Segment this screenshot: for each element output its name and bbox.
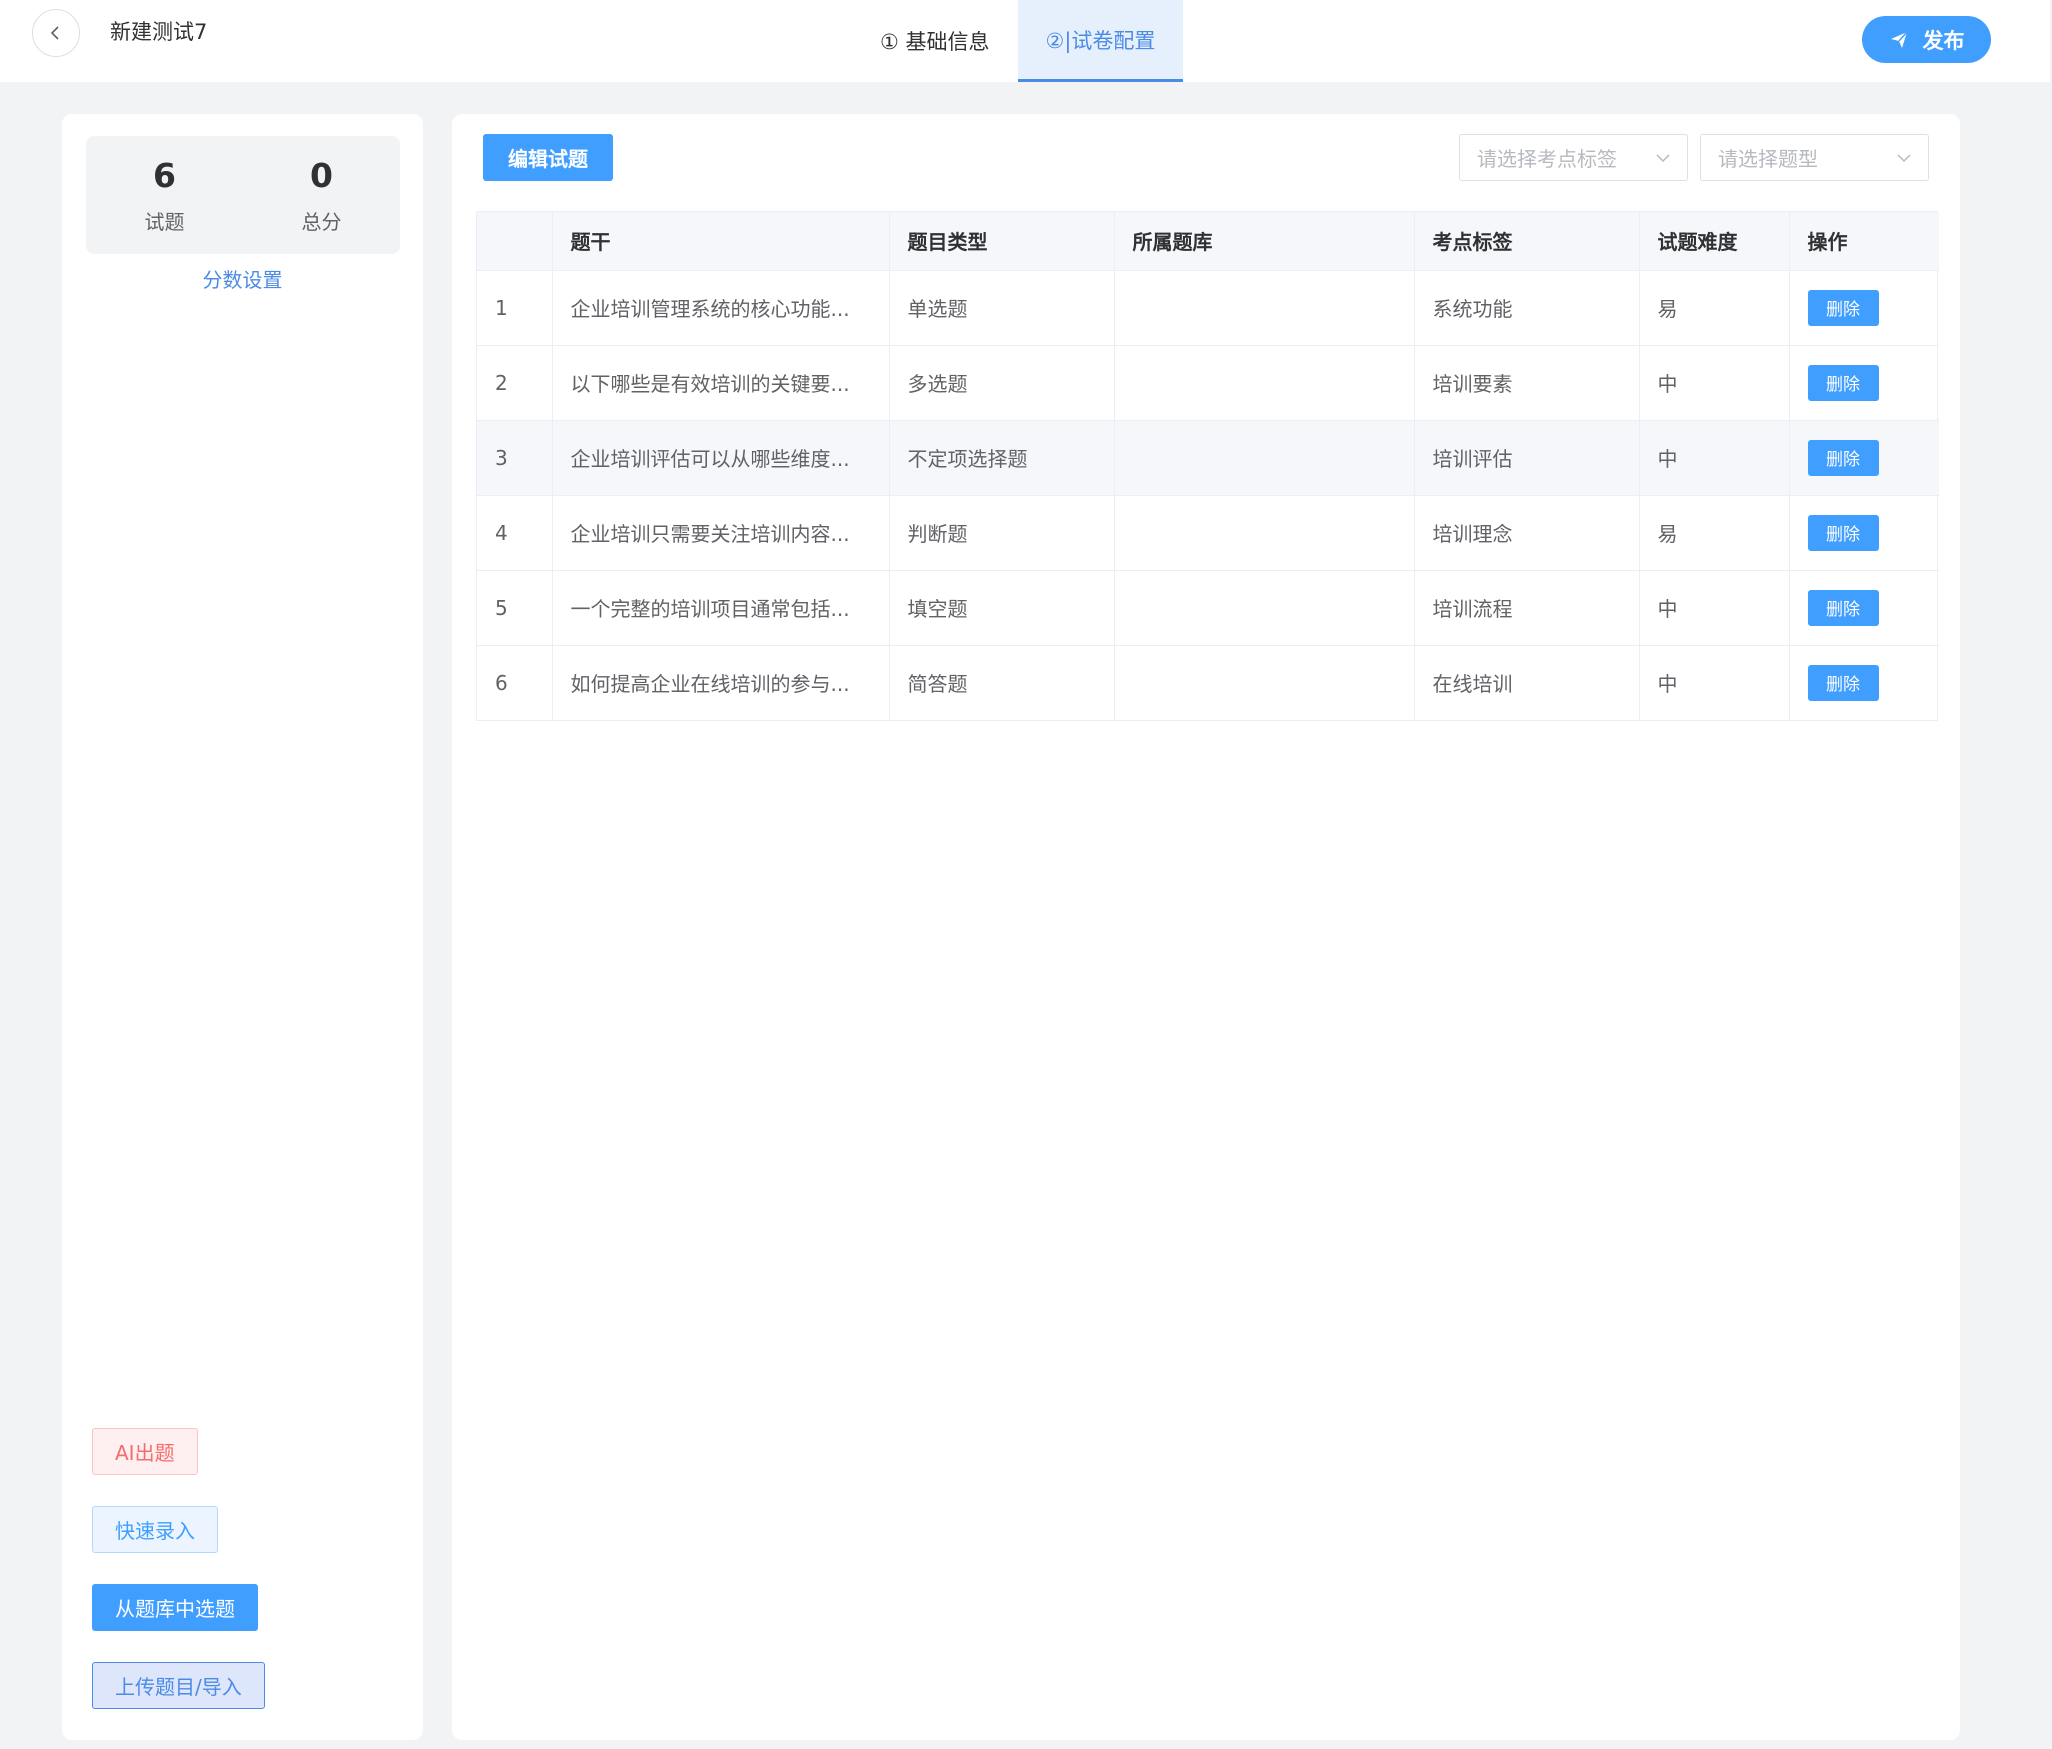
cell-type: 填空题: [889, 570, 1115, 646]
cell-index: 6: [477, 645, 553, 720]
table-row[interactable]: 5 一个完整的培训项目通常包括... 填空题 培训流程 中 删除: [477, 570, 1939, 646]
cell-index: 4: [477, 495, 553, 571]
cell-difficulty: 易: [1639, 270, 1790, 346]
cell-stem: 如何提高企业在线培训的参与...: [552, 645, 890, 720]
question-count-value: 6: [153, 156, 176, 195]
edit-questions-button[interactable]: 编辑试题: [483, 134, 613, 181]
cell-difficulty: 中: [1639, 345, 1790, 421]
cell-tag: 培训要素: [1414, 345, 1640, 421]
cell-difficulty: 易: [1639, 495, 1790, 571]
cell-difficulty: 中: [1639, 570, 1790, 646]
chevron-down-icon: [1656, 153, 1670, 162]
cell-action: 删除: [1789, 645, 1939, 720]
col-header-difficulty: 试题难度: [1639, 212, 1790, 271]
quick-entry-button[interactable]: 快速录入: [92, 1506, 218, 1553]
publish-button[interactable]: 发布: [1862, 16, 1991, 63]
publish-label: 发布: [1922, 28, 1965, 53]
table-row[interactable]: 1 企业培训管理系统的核心功能... 单选题 系统功能 易 删除: [477, 270, 1939, 346]
table-header-row: 题干 题目类型 所属题库 考点标签 试题难度 操作: [477, 212, 1939, 271]
main-panel: 编辑试题 请选择考点标签 请选择题型 题干 题目类型 所属题库 考点标签 试题难…: [452, 114, 1960, 1740]
chevron-left-icon: [50, 26, 59, 40]
cell-bank: [1114, 270, 1415, 346]
cell-index: 3: [477, 420, 553, 496]
col-header-tag: 考点标签: [1414, 212, 1640, 271]
delete-button[interactable]: 删除: [1807, 514, 1879, 551]
stats-card: 6 试题 0 总分: [86, 136, 400, 254]
select-from-bank-button[interactable]: 从题库中选题: [92, 1584, 258, 1631]
total-score-stat: 0 总分: [243, 136, 400, 235]
tab-paper-config[interactable]: ②|试卷配置: [1017, 0, 1184, 82]
col-header-stem: 题干: [552, 212, 890, 271]
table-row[interactable]: 4 企业培训只需要关注培训内容... 判断题 培训理念 易 删除: [477, 495, 1939, 571]
cell-type: 不定项选择题: [889, 420, 1115, 496]
cell-bank: [1114, 570, 1415, 646]
cell-stem: 企业培训只需要关注培训内容...: [552, 495, 890, 571]
cell-bank: [1114, 420, 1415, 496]
delete-button[interactable]: 删除: [1807, 289, 1879, 326]
delete-button[interactable]: 删除: [1807, 439, 1879, 476]
upload-import-button[interactable]: 上传题目/导入: [92, 1662, 265, 1709]
cell-action: 删除: [1789, 570, 1939, 646]
score-settings-link[interactable]: 分数设置: [62, 264, 423, 293]
step-tabs: ① 基础信息 ②|试卷配置: [852, 0, 1184, 82]
cell-index: 5: [477, 570, 553, 646]
cell-type: 判断题: [889, 495, 1115, 571]
table-row[interactable]: 3 企业培训评估可以从哪些维度... 不定项选择题 培训评估 中 删除: [477, 420, 1939, 496]
delete-button[interactable]: 删除: [1807, 664, 1879, 701]
chevron-down-icon: [1897, 153, 1911, 162]
question-count-stat: 6 试题: [86, 136, 243, 235]
tab-basic-info[interactable]: ① 基础信息: [852, 0, 1018, 82]
cell-tag: 培训评估: [1414, 420, 1640, 496]
type-select-placeholder: 请选择题型: [1718, 147, 1818, 171]
cell-action: 删除: [1789, 495, 1939, 571]
cell-tag: 培训流程: [1414, 570, 1640, 646]
table-row[interactable]: 2 以下哪些是有效培训的关键要... 多选题 培训要素 中 删除: [477, 345, 1939, 421]
page-title: 新建测试7: [110, 20, 208, 44]
delete-button[interactable]: 删除: [1807, 364, 1879, 401]
cell-type: 多选题: [889, 345, 1115, 421]
type-select[interactable]: 请选择题型: [1700, 134, 1929, 181]
cell-index: 1: [477, 270, 553, 346]
cell-bank: [1114, 345, 1415, 421]
col-header-index: [477, 212, 553, 271]
tag-select-placeholder: 请选择考点标签: [1477, 147, 1617, 171]
col-header-bank: 所属题库: [1114, 212, 1415, 271]
cell-stem: 以下哪些是有效培训的关键要...: [552, 345, 890, 421]
cell-stem: 一个完整的培训项目通常包括...: [552, 570, 890, 646]
cell-bank: [1114, 645, 1415, 720]
cell-difficulty: 中: [1639, 420, 1790, 496]
questions-table: 题干 题目类型 所属题库 考点标签 试题难度 操作 1 企业培训管理系统的核心功…: [476, 211, 1939, 721]
total-score-value: 0: [310, 156, 333, 195]
back-button[interactable]: [32, 9, 80, 57]
cell-action: 删除: [1789, 420, 1939, 496]
table-row[interactable]: 6 如何提高企业在线培训的参与... 简答题 在线培训 中 删除: [477, 645, 1939, 720]
col-header-type: 题目类型: [889, 212, 1115, 271]
cell-action: 删除: [1789, 270, 1939, 346]
top-header: 新建测试7 ① 基础信息 ②|试卷配置 发布: [0, 0, 2050, 82]
cell-stem: 企业培训评估可以从哪些维度...: [552, 420, 890, 496]
cell-bank: [1114, 495, 1415, 571]
cell-tag: 系统功能: [1414, 270, 1640, 346]
ai-generate-button[interactable]: AI出题: [92, 1428, 198, 1475]
cell-stem: 企业培训管理系统的核心功能...: [552, 270, 890, 346]
cell-tag: 在线培训: [1414, 645, 1640, 720]
question-count-label: 试题: [144, 210, 185, 234]
tag-select[interactable]: 请选择考点标签: [1459, 134, 1688, 181]
cell-tag: 培训理念: [1414, 495, 1640, 571]
send-icon: [1890, 31, 1908, 48]
col-header-action: 操作: [1789, 212, 1939, 271]
cell-type: 简答题: [889, 645, 1115, 720]
cell-type: 单选题: [889, 270, 1115, 346]
cell-index: 2: [477, 345, 553, 421]
total-score-label: 总分: [301, 210, 342, 234]
cell-action: 删除: [1789, 345, 1939, 421]
delete-button[interactable]: 删除: [1807, 589, 1879, 626]
cell-difficulty: 中: [1639, 645, 1790, 720]
left-panel: 6 试题 0 总分 分数设置 AI出题 快速录入 从题库中选题 上传题目/导入: [62, 114, 423, 1740]
